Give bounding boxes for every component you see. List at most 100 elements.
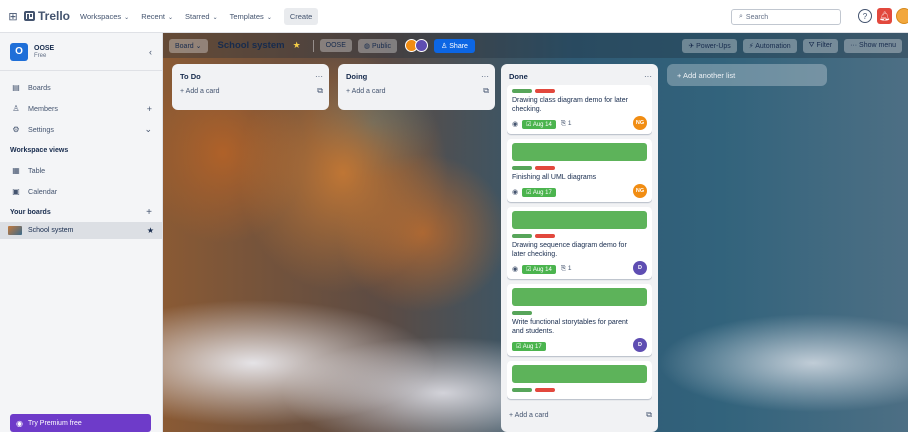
due-date-badge[interactable]: ☑ Aug 17 [522, 187, 556, 197]
public-visibility-button[interactable]: ◍ Public [357, 38, 398, 53]
card-member-avatar[interactable]: D [633, 261, 647, 275]
card[interactable]: Finishing all UML diagrams ◉ ☑ Aug 17 NG [507, 139, 652, 202]
workspace-visibility-button[interactable]: OOSE [319, 39, 352, 52]
chevron-down-icon[interactable]: ⌄ [144, 124, 152, 135]
app-switcher-icon[interactable]: ⊞ [6, 9, 20, 23]
search-placeholder: Search [745, 13, 769, 21]
card-member-avatar[interactable]: NG [633, 184, 647, 198]
workspace-header[interactable]: O OOSE Free ‹ [0, 33, 162, 71]
attachment-icon: ⎘ [560, 265, 567, 272]
premium-icon: ◉ [16, 418, 23, 428]
add-another-list-button[interactable]: + Add another list [667, 64, 827, 86]
add-member-icon[interactable]: + [147, 104, 152, 114]
add-card-button[interactable]: + Add a card ⧉ [344, 83, 489, 99]
sidebar-item-table[interactable]: ▦ Table [0, 160, 162, 181]
list-done: Done ··· Drawing class diagram demo for … [501, 64, 658, 432]
card[interactable]: Drawing class diagram demo for later che… [507, 85, 652, 134]
rocket-icon: ✈ [688, 43, 695, 50]
label-red [535, 388, 555, 392]
chevron-down-icon: ⌄ [124, 14, 130, 21]
sidebar-item-settings[interactable]: ⚙ Settings ⌄ [0, 119, 162, 140]
card-labels [512, 234, 647, 238]
create-button[interactable]: Create [283, 7, 319, 25]
board-header-actions: ✈ Power-Ups ⚡︎ Automation ⛛ Filter ··· S… [676, 39, 902, 53]
help-icon[interactable]: ? [858, 9, 872, 23]
card-template-icon[interactable]: ⧉ [317, 86, 323, 96]
attachment-badge: ⎘ 1 [560, 265, 572, 272]
list-title[interactable]: Doing [344, 72, 367, 81]
sidebar-item-calendar[interactable]: ▣ Calendar [0, 181, 162, 202]
add-card-button[interactable]: + Add a card ⧉ [507, 407, 652, 423]
filter-button[interactable]: ⛛ Filter [802, 39, 839, 53]
card[interactable]: Write functional storytables for parent … [507, 284, 652, 356]
board-header: Board ⌄ School system ★ OOSE ◍ Public ♙ … [163, 33, 908, 58]
trello-logo[interactable]: Trello [24, 9, 70, 23]
label-red [535, 234, 555, 238]
card-badges: ◉ ☑ Aug 14 ⎘ 1 [512, 118, 647, 130]
list-title[interactable]: Done [507, 72, 528, 81]
calendar-icon: ▣ [12, 187, 20, 196]
workspace-plan: Free [34, 52, 47, 59]
card-title: Write functional storytables for parent … [512, 319, 628, 335]
due-date-badge[interactable]: ☑ Aug 14 [522, 264, 556, 274]
board-title[interactable]: School system [218, 40, 285, 51]
add-person-icon: ♙ [441, 42, 448, 50]
member-avatar[interactable] [415, 39, 429, 52]
due-date-badge[interactable]: ☑ Aug 17 [512, 341, 546, 351]
user-avatar[interactable] [896, 8, 908, 24]
list-menu-icon[interactable]: ··· [315, 72, 323, 81]
card-labels [512, 311, 647, 315]
menu-workspaces[interactable]: Workspaces ⌄ [80, 12, 129, 21]
card-member-avatar[interactable]: NG [633, 116, 647, 130]
menu-templates[interactable]: Templates ⌄ [230, 12, 272, 21]
card-labels [512, 388, 647, 392]
card-member-avatar[interactable]: D [633, 338, 647, 352]
due-date-badge[interactable]: ☑ Aug 14 [522, 119, 556, 129]
list-header: To Do ··· [178, 69, 323, 83]
star-icon[interactable]: ★ [147, 226, 154, 235]
automation-button[interactable]: ⚡︎ Automation [742, 39, 797, 53]
card-template-icon[interactable]: ⧉ [646, 410, 652, 420]
show-menu-button[interactable]: ··· Show menu [844, 39, 902, 53]
trello-logo-icon [24, 11, 35, 21]
board-view-switcher[interactable]: Board ⌄ [169, 38, 208, 53]
star-board-icon[interactable]: ★ [293, 40, 301, 51]
label-green [512, 89, 532, 93]
card[interactable]: Drawing sequence diagram demo for later … [507, 207, 652, 279]
sidebar-item-boards[interactable]: ▤ Boards [0, 77, 162, 98]
workspace-badge: O [10, 42, 28, 61]
add-board-icon[interactable]: + [146, 207, 152, 218]
card-template-icon[interactable]: ⧉ [483, 86, 489, 96]
card-cover [512, 143, 647, 161]
power-ups-button[interactable]: ✈ Power-Ups [682, 39, 737, 53]
chevron-down-icon: ⌄ [167, 14, 173, 21]
bell-icon[interactable]: 🔔︎ [877, 8, 892, 24]
list-menu-icon[interactable]: ··· [481, 72, 489, 81]
card[interactable] [507, 361, 652, 399]
workspace-info: OOSE Free [34, 45, 149, 59]
your-boards-heading: Your boards + [10, 206, 152, 218]
share-button[interactable]: ♙ Share [434, 38, 475, 53]
list-menu-icon[interactable]: ··· [644, 72, 652, 81]
workspace-views-heading: Workspace views [10, 146, 69, 154]
try-premium-button[interactable]: ◉ Try Premium free [10, 414, 151, 432]
menu-starred[interactable]: Starred ⌄ [185, 12, 218, 21]
menu-recent[interactable]: Recent ⌄ [141, 12, 173, 21]
list-title[interactable]: To Do [178, 72, 201, 81]
sidebar: O OOSE Free ‹ ▤ Boards ♙ Members + ⚙ Set… [0, 33, 163, 432]
list-header: Done ··· [507, 69, 652, 83]
sidebar-item-members[interactable]: ♙ Members + [0, 98, 162, 119]
board-canvas: Board ⌄ School system ★ OOSE ◍ Public ♙ … [163, 33, 908, 432]
chevron-down-icon: ⌄ [195, 42, 202, 50]
label-green [512, 166, 532, 170]
collapse-sidebar-icon[interactable]: ‹ [149, 47, 152, 57]
label-red [535, 89, 555, 93]
sidebar-board-school-system[interactable]: School system ★ [0, 222, 162, 239]
chevron-down-icon: ⌄ [266, 14, 272, 21]
label-green [512, 388, 532, 392]
lightning-icon: ⚡︎ [748, 43, 754, 50]
search-input[interactable]: ⌕ Search [731, 9, 841, 25]
add-card-button[interactable]: + Add a card ⧉ [178, 83, 323, 99]
card-cover [512, 211, 647, 229]
attachment-icon: ⎘ [560, 120, 567, 127]
